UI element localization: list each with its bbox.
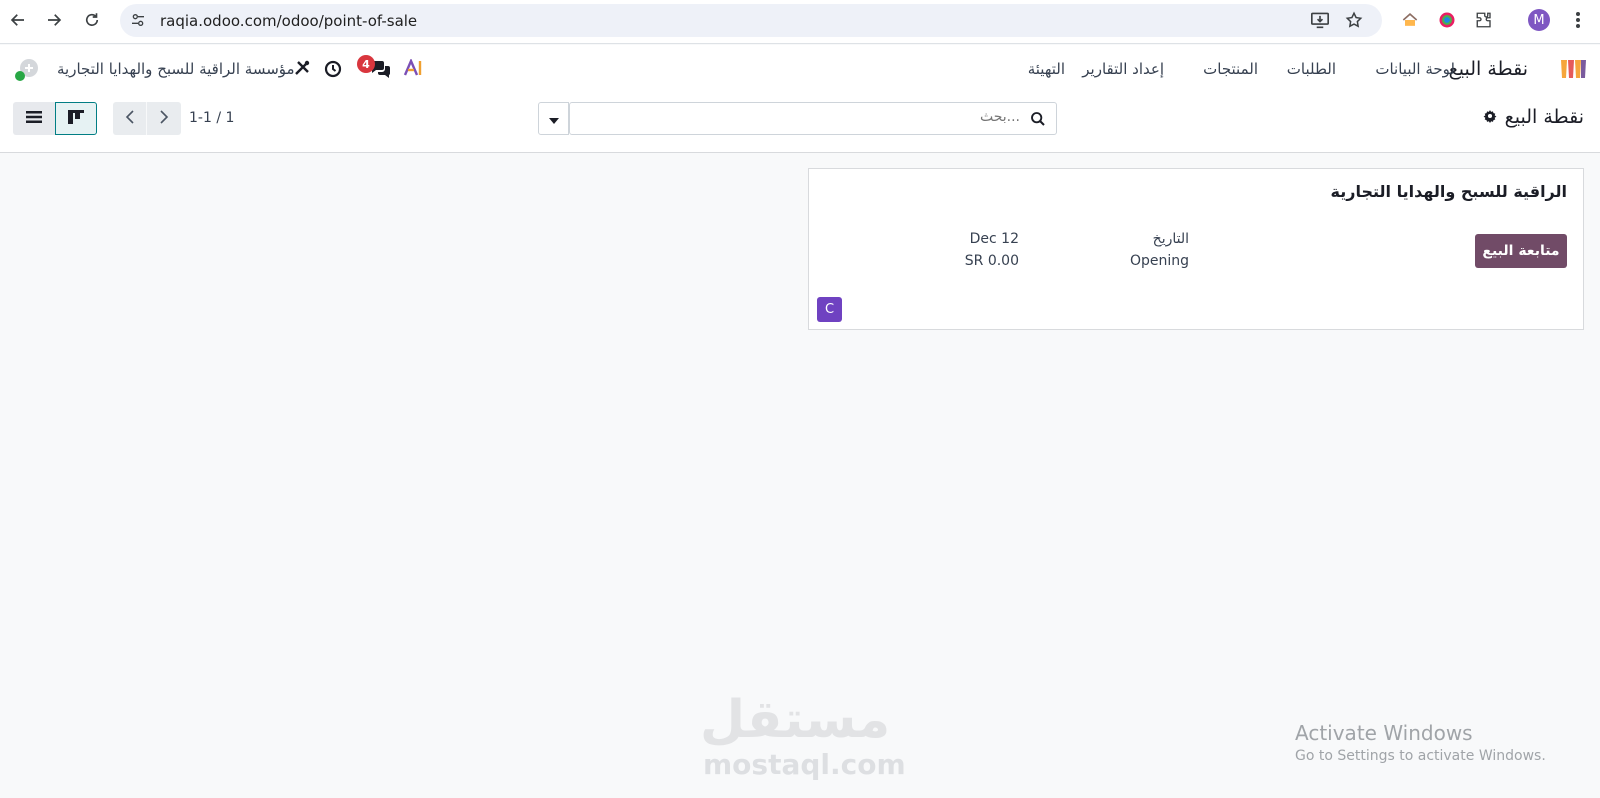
control-panel: نقطة البيع 1-1 / 1 xyxy=(0,94,1600,153)
activate-windows-subtitle: Go to Settings to activate Windows. xyxy=(1295,748,1546,764)
browser-toolbar: raqia.odoo.com/odoo/point-of-sale M xyxy=(0,0,1600,44)
chevron-right-icon xyxy=(159,109,169,128)
menu-products[interactable]: المنتجات xyxy=(1203,60,1258,78)
session-status: Opening xyxy=(1129,253,1189,269)
extension-icon-2[interactable] xyxy=(1435,8,1459,32)
breadcrumb-current: نقطة البيع xyxy=(1504,106,1584,128)
watermark-arabic: مستقل xyxy=(700,690,891,750)
site-settings-icon[interactable] xyxy=(130,12,146,32)
search-options-toggle[interactable] xyxy=(538,102,569,135)
chevron-left-icon xyxy=(125,109,135,128)
app-title[interactable]: نقطة البيع xyxy=(1449,58,1528,80)
search-input[interactable] xyxy=(600,109,1020,125)
address-bar[interactable]: raqia.odoo.com/odoo/point-of-sale xyxy=(120,4,1382,37)
kanban-view-button[interactable] xyxy=(55,102,97,135)
session-amount: SR 0.00 xyxy=(964,253,1019,269)
company-switcher[interactable]: مؤسسة الراقية للسبح والهدايا التجارية xyxy=(57,60,295,78)
gear-icon[interactable] xyxy=(1483,106,1497,128)
messages-badge: 4 xyxy=(357,55,375,73)
activate-windows-title: Activate Windows xyxy=(1295,721,1473,745)
menu-orders[interactable]: الطلبات xyxy=(1287,60,1336,78)
user-avatar[interactable]: C xyxy=(817,297,842,322)
kanban-view-icon xyxy=(68,109,84,128)
menu-dots-icon[interactable] xyxy=(1566,8,1590,32)
url-text[interactable]: raqia.odoo.com/odoo/point-of-sale xyxy=(160,12,417,30)
pager-previous-button[interactable] xyxy=(113,102,147,135)
extensions-icon[interactable] xyxy=(1472,8,1496,32)
main-navbar: نقطة البيع لوحة البيانات الطلبات المنتجا… xyxy=(0,45,1600,94)
list-view-button[interactable] xyxy=(13,102,55,135)
profile-avatar[interactable]: M xyxy=(1528,9,1550,31)
continue-selling-button[interactable]: متابعة البيع xyxy=(1475,234,1567,268)
search-box xyxy=(569,102,1057,135)
pager-next-button[interactable] xyxy=(147,102,181,135)
date-label: التاريخ xyxy=(1152,231,1189,247)
list-view-icon xyxy=(26,109,42,128)
extension-icon-1[interactable] xyxy=(1398,8,1422,32)
pos-app-icon[interactable] xyxy=(1559,58,1587,84)
breadcrumb: نقطة البيع xyxy=(1483,106,1584,128)
menu-dashboard[interactable]: لوحة البيانات xyxy=(1375,60,1455,78)
star-icon[interactable] xyxy=(1345,11,1363,33)
reload-icon[interactable] xyxy=(80,8,104,32)
clock-icon[interactable] xyxy=(324,60,342,82)
install-icon[interactable] xyxy=(1310,11,1330,33)
pager-value[interactable]: 1-1 / 1 xyxy=(189,110,234,126)
search-icon[interactable] xyxy=(1030,111,1046,131)
tools-icon[interactable] xyxy=(293,59,311,81)
company-logo-icon[interactable] xyxy=(12,57,42,87)
pos-config-card: الراقية للسبح والهدايا التجارية متابعة ا… xyxy=(808,168,1584,330)
menu-reporting[interactable]: إعداد التقارير xyxy=(1082,60,1164,78)
ai-icon[interactable] xyxy=(403,57,423,81)
session-date: Dec 12 xyxy=(969,231,1019,247)
back-icon[interactable] xyxy=(6,8,30,32)
forward-icon[interactable] xyxy=(42,8,66,32)
pos-name: الراقية للسبح والهدايا التجارية xyxy=(1330,182,1567,201)
caret-down-icon xyxy=(548,109,559,128)
watermark-english: mostaql.com xyxy=(703,748,906,781)
menu-configuration[interactable]: التهيئة xyxy=(1028,60,1065,78)
